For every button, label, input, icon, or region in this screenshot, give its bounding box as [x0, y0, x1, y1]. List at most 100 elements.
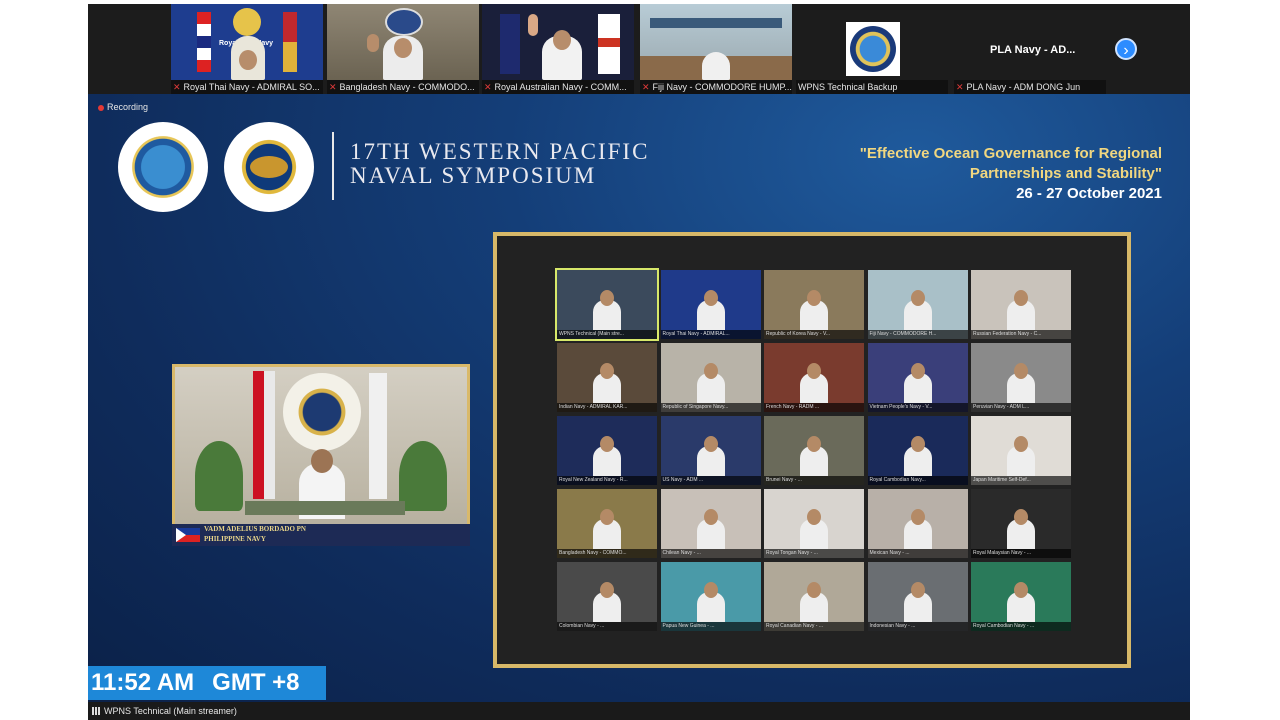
video-feed: Royal Thai Navy [171, 4, 323, 80]
gallery-tile[interactable]: Royal Tongan Navy - ... [764, 489, 864, 558]
gallery-tile[interactable]: Vietnam People's Navy - V... [867, 343, 968, 412]
gallery-tile[interactable]: Indian Navy - ADMIRAL KAR... [557, 343, 657, 412]
philippine-flag [253, 371, 275, 499]
participant-head [600, 290, 614, 306]
gallery-tile[interactable]: Japan Maritime Self-Def... [971, 416, 1071, 485]
gallery-tile-label: US Navy - ADM ... [660, 476, 761, 485]
recording-indicator: Recording [98, 102, 148, 112]
participant-head [600, 509, 614, 525]
active-speaker-label: WPNS Technical (Main streamer) [104, 706, 237, 716]
gallery-tile[interactable]: US Navy - ADM ... [660, 416, 761, 485]
participant-head [703, 509, 718, 525]
waving-hand [528, 14, 538, 36]
participant-head [553, 30, 571, 50]
gallery-tile[interactable]: Republic of Singapore Navy... [660, 343, 761, 412]
participant-head [807, 436, 821, 452]
video-feed [482, 4, 634, 80]
gallery-tile-label: Fiji Navy - COMMODORE H... [867, 330, 968, 339]
participant-thumb-royal-thai-navy[interactable]: Royal Thai Navy ✕Royal Thai Navy - ADMIR… [171, 4, 323, 94]
gallery-tile-label: Indonesian Navy - ... [867, 622, 968, 631]
title-line-2: NAVAL SYMPOSIUM [350, 163, 597, 188]
muted-mic-icon: ✕ [329, 82, 337, 92]
australian-flag [500, 14, 520, 74]
video-feed [327, 4, 479, 80]
gallery-tile[interactable]: Royal Thai Navy - ADMIRAL... [660, 270, 761, 339]
wpns-seal-icon [118, 122, 208, 212]
potted-plant [195, 441, 243, 511]
gallery-tile[interactable]: Chilean Navy - ... [660, 489, 761, 558]
waving-hand [367, 34, 379, 52]
gallery-tile[interactable]: Mexican Navy - ... [867, 489, 968, 558]
symposium-title: 17TH WESTERN PACIFIC NAVAL SYMPOSIUM [350, 140, 649, 188]
gallery-tile[interactable]: Royal Malaysian Navy - ... [971, 489, 1071, 558]
speaker-nameplate: VADM ADELIUS BORDADO PN PHILIPPINE NAVY [172, 524, 470, 546]
gallery-tile[interactable]: Brunei Navy - ... [764, 416, 864, 485]
participant-head [1014, 509, 1028, 525]
gallery-tile-label: Royal Malaysian Navy - ... [971, 549, 1071, 558]
participant-name: Royal Thai Navy - ADMIRAL SO... [183, 82, 320, 92]
gallery-tile-label: Royal Canadian Navy - ... [764, 622, 864, 631]
participant-head [910, 290, 925, 306]
gallery-tile[interactable]: Papua New Guinea - ... [660, 562, 761, 631]
thai-flag [197, 12, 211, 72]
participant-head [600, 363, 614, 379]
gallery-tile-label: French Navy - RADM ... [764, 403, 864, 412]
wpns-logo-icon [850, 26, 896, 72]
theme-line-2: Partnerships and Stability" [969, 165, 1162, 182]
participant-thumb-royal-australian-navy[interactable]: ✕ Royal Australian Navy - COMM... [482, 4, 634, 94]
speaker-head [311, 449, 333, 473]
gallery-tile-label: Mexican Navy - ... [867, 549, 968, 558]
gallery-tile[interactable]: Royal Cambodian Navy - ... [971, 562, 1071, 631]
gallery-tile[interactable]: Royal Cambodian Navy... [867, 416, 968, 485]
participant-head [1014, 290, 1028, 306]
participant-head [910, 582, 925, 598]
gallery-tile-label: Russian Federation Navy - C... [971, 330, 1071, 339]
participant-head [807, 582, 821, 598]
gallery-tile[interactable]: WPNS Technical (Main stre... [555, 268, 659, 341]
participant-name: Fiji Navy - COMMODORE HUMP... [652, 82, 792, 92]
clock-overlay: 11:52 AM GMT +8 [88, 666, 326, 700]
gallery-tile[interactable]: Bangladesh Navy - COMMO... [557, 489, 657, 558]
gallery-tile[interactable]: Colombian Navy - ... [557, 562, 657, 631]
gallery-tile[interactable]: Indonesian Navy - ... [867, 562, 968, 631]
gallery-tile-label: Royal Tongan Navy - ... [764, 549, 864, 558]
muted-mic-icon: ✕ [642, 82, 650, 92]
participant-head [1014, 582, 1028, 598]
record-dot-icon [98, 104, 104, 111]
gallery-tile[interactable]: French Navy - RADM ... [764, 343, 864, 412]
recording-label: Recording [107, 102, 149, 112]
participant-head [394, 38, 412, 58]
participant-label: ✕ PLA Navy - ADM DONG Jun [954, 80, 1106, 94]
gallery-tile-label: Royal Cambodian Navy - ... [971, 622, 1071, 631]
gallery-tile-label: Bangladesh Navy - COMMO... [557, 549, 657, 558]
flag-triangle [176, 528, 186, 542]
gallery-tile[interactable]: Republic of Korea Navy - V... [764, 270, 864, 339]
gallery-tile[interactable]: Royal Canadian Navy - ... [764, 562, 864, 631]
gallery-tile-label: Brunei Navy - ... [764, 476, 864, 485]
gallery-tile-label: Papua New Guinea - ... [660, 622, 761, 631]
philippine-navy-seal-icon [224, 122, 314, 212]
muted-mic-icon: ✕ [956, 82, 964, 92]
ensign-flag [598, 14, 620, 74]
participant-head [703, 436, 718, 452]
participant-head [1014, 436, 1028, 452]
next-page-button[interactable]: › [1115, 38, 1137, 60]
participant-head [600, 436, 614, 452]
participant-head [703, 290, 718, 306]
participant-thumb-bangladesh-navy[interactable]: ✕ Bangladesh Navy - COMMODO... [327, 4, 479, 94]
gallery-tile[interactable]: Peruvian Navy - ADM L... [971, 343, 1071, 412]
gallery-tile[interactable]: Russian Federation Navy - C... [971, 270, 1071, 339]
muted-mic-icon: ✕ [173, 82, 181, 92]
participant-head [1014, 363, 1028, 379]
participant-head [910, 363, 925, 379]
gallery-tile-label: Royal New Zealand Navy - R... [557, 476, 657, 485]
participant-name: PLA Navy - ADM DONG Jun [966, 82, 1081, 92]
participant-name: WPNS Technical Backup [798, 82, 898, 92]
participant-head [703, 363, 718, 379]
participant-thumb-fiji-navy[interactable]: ✕ Fiji Navy - COMMODORE HUMP... [640, 4, 792, 94]
gallery-tile[interactable]: Royal New Zealand Navy - R... [557, 416, 657, 485]
participant-label: ✕ Royal Australian Navy - COMM... [482, 80, 634, 94]
participant-thumb-wpns-technical-backup[interactable]: WPNS Technical Backup [796, 4, 948, 94]
participant-head [910, 436, 925, 452]
gallery-tile[interactable]: Fiji Navy - COMMODORE H... [867, 270, 968, 339]
